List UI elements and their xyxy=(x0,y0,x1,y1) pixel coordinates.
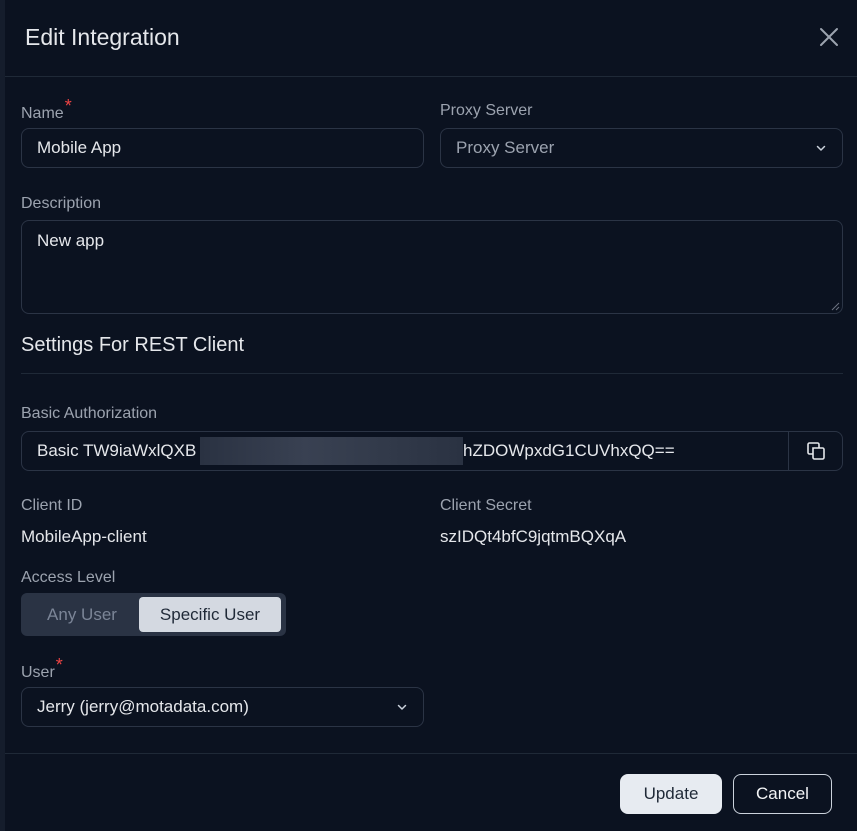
basic-authorization-label: Basic Authorization xyxy=(21,405,158,422)
description-textarea[interactable]: New app xyxy=(21,220,843,314)
client-id-value: MobileApp-client xyxy=(21,527,147,546)
user-select-value: Jerry (jerry@motadata.com) xyxy=(37,697,249,716)
description-value: New app xyxy=(37,231,105,250)
name-label: Name* xyxy=(21,96,72,122)
copy-button[interactable] xyxy=(788,432,842,470)
access-level-toggle: Any User Specific User xyxy=(21,593,286,636)
section-divider xyxy=(21,373,843,374)
user-select[interactable]: Jerry (jerry@motadata.com) xyxy=(21,687,424,727)
required-mark: * xyxy=(64,96,72,116)
chevron-down-icon xyxy=(397,704,407,710)
user-label: User* xyxy=(21,655,63,681)
rest-settings-title: Settings For REST Client xyxy=(21,334,245,356)
name-input[interactable]: Mobile App xyxy=(21,128,424,168)
update-button[interactable]: Update xyxy=(620,774,722,814)
basic-authorization-prefix: Basic TW9iaWxlQXB xyxy=(37,441,197,460)
access-level-any-user[interactable]: Any User xyxy=(25,597,139,632)
footer-divider xyxy=(5,753,857,754)
proxy-server-select[interactable]: Proxy Server xyxy=(440,128,843,168)
close-icon xyxy=(820,28,838,46)
access-level-specific-user[interactable]: Specific User xyxy=(139,597,281,632)
access-level-label: Access Level xyxy=(21,569,116,586)
chevron-down-icon xyxy=(816,145,826,151)
copy-icon xyxy=(806,442,825,460)
dialog-title: Edit Integration xyxy=(25,24,180,50)
basic-authorization-suffix: hZDOWpxdG1CUVhxQQ== xyxy=(463,441,675,460)
description-label: Description xyxy=(21,195,102,212)
close-button[interactable] xyxy=(815,23,843,51)
redacted-mask xyxy=(200,437,463,465)
client-secret-label: Client Secret xyxy=(440,497,532,514)
client-id-label: Client ID xyxy=(21,497,83,514)
edit-integration-dialog: Edit Integration Name* Mobile App Proxy … xyxy=(0,0,857,831)
resize-handle-icon[interactable] xyxy=(831,302,840,311)
proxy-server-label: Proxy Server xyxy=(440,102,533,119)
client-secret-value: szIDQt4bfC9jqtmBQXqA xyxy=(440,527,627,546)
name-input-value: Mobile App xyxy=(37,138,122,157)
basic-authorization-field[interactable]: Basic TW9iaWxlQXB hZDOWpxdG1CUVhxQQ== xyxy=(21,431,843,471)
cancel-button[interactable]: Cancel xyxy=(733,774,832,814)
required-mark: * xyxy=(55,655,63,675)
dialog-header: Edit Integration xyxy=(5,0,857,77)
proxy-server-placeholder: Proxy Server xyxy=(456,138,555,157)
